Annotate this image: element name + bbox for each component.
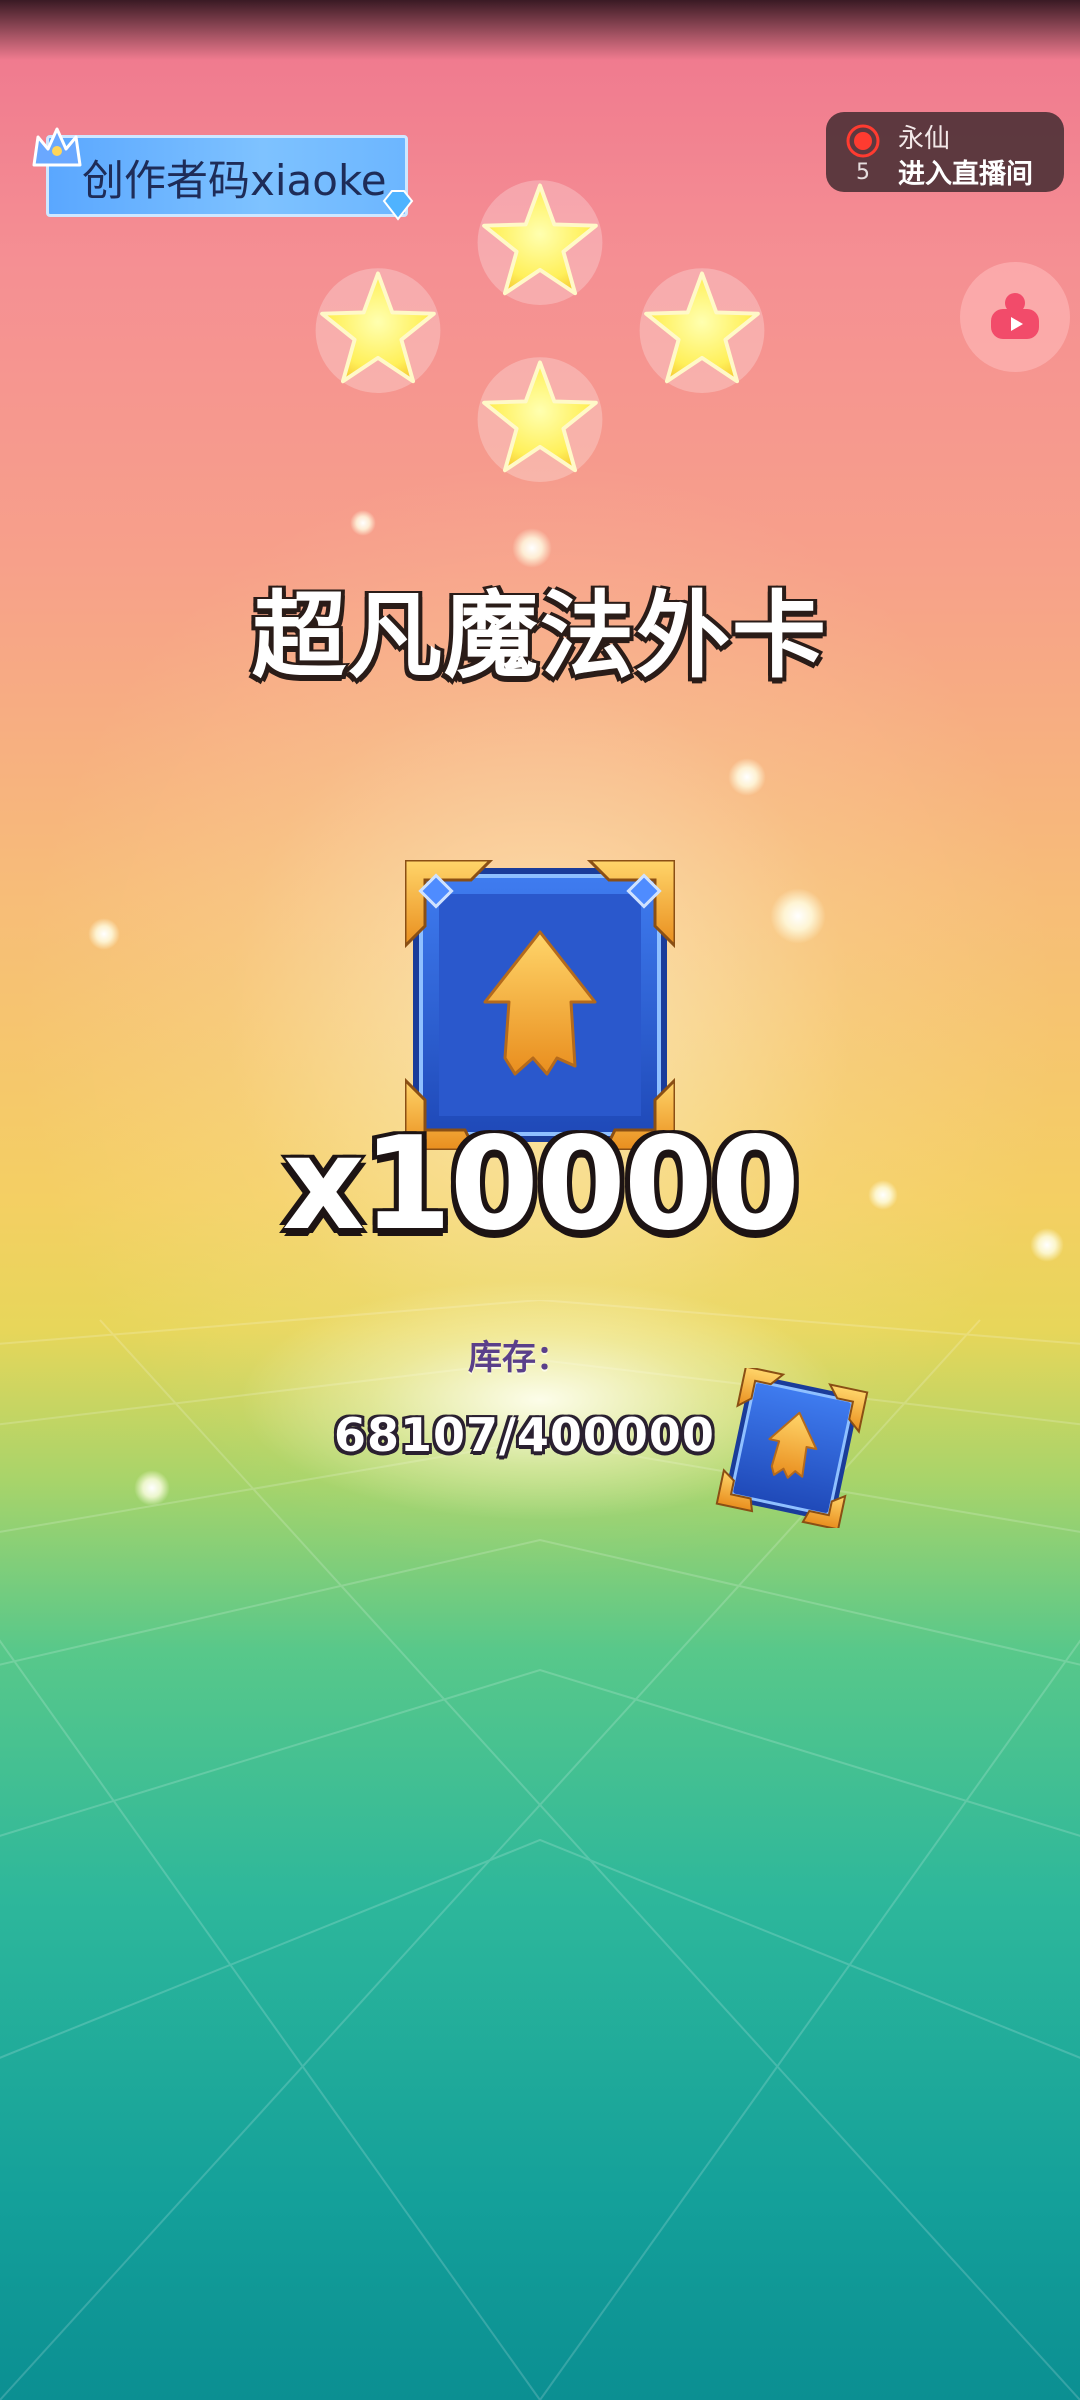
side-video-button[interactable] bbox=[960, 262, 1070, 372]
crown-icon bbox=[32, 127, 82, 167]
record-icon bbox=[846, 124, 880, 158]
creator-code-label: 创作者码xiaoke bbox=[82, 156, 387, 205]
video-camera-icon bbox=[991, 293, 1039, 339]
arrow-up-card-icon bbox=[405, 860, 675, 1150]
reward-title: 超凡魔法外卡 bbox=[251, 582, 828, 691]
reward-count: x10000 bbox=[282, 1110, 800, 1259]
creator-code-badge[interactable]: 创作者码xiaoke bbox=[30, 125, 414, 221]
star-icon bbox=[315, 268, 441, 393]
enter-live-label: 进入直播间 bbox=[898, 159, 1033, 190]
sparkle bbox=[350, 510, 376, 536]
sparkle bbox=[134, 1470, 170, 1506]
stock-label: 库存： bbox=[468, 1338, 570, 1378]
star-icon bbox=[477, 180, 603, 305]
live-room-button[interactable]: 5 永仙 进入直播间 bbox=[826, 112, 1064, 192]
sparkle bbox=[770, 888, 826, 944]
sparkle bbox=[728, 758, 766, 796]
star-icon bbox=[639, 268, 765, 393]
arrow-up-card-icon bbox=[715, 1368, 869, 1528]
star-icon bbox=[477, 357, 603, 482]
streamer-name: 永仙 bbox=[898, 124, 951, 154]
sparkle bbox=[88, 918, 120, 950]
stock-value: 68107/400000 bbox=[334, 1408, 715, 1462]
game-scene: 超凡魔法外卡 x10000 库存： 68107/400000 创作者码xiaok… bbox=[0, 0, 1080, 2400]
viewer-count: 5 bbox=[856, 160, 870, 185]
